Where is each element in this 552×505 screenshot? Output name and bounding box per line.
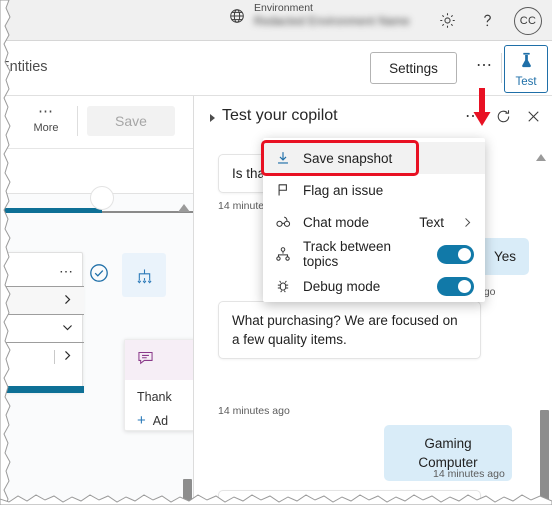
- plus-icon: +: [137, 412, 146, 429]
- bug-icon: [274, 277, 292, 295]
- chevron-right-icon: [461, 216, 474, 229]
- page-command-bar: Entities Settings ⋯ Test: [0, 41, 552, 96]
- goggles-icon: [274, 213, 292, 231]
- ellipsis-icon[interactable]: ⋯: [59, 263, 74, 280]
- menu-item-track-between-topics[interactable]: Track between topics: [263, 238, 485, 270]
- chat-timestamp: 14 minutes ago: [218, 405, 290, 417]
- menu-item-flag-an-issue[interactable]: Flag an issue: [263, 174, 485, 206]
- menu-item-label: Save snapshot: [303, 150, 393, 166]
- environment-indicator[interactable]: Environment Redacted Environment Name: [228, 2, 410, 29]
- question-mark-icon[interactable]: [474, 8, 500, 34]
- message-node-add-label: Ad: [152, 414, 169, 428]
- chat-mode-value: Text: [419, 214, 444, 230]
- menu-item-label: Flag an issue: [303, 182, 384, 198]
- test-pane-header: Test your copilot ⋯: [194, 96, 552, 138]
- refresh-icon[interactable]: [495, 108, 512, 125]
- message-icon: [136, 348, 155, 372]
- flow-node-row[interactable]: [0, 342, 84, 370]
- menu-item-chat-mode[interactable]: Chat mode Text: [263, 206, 485, 238]
- page-title: Entities: [0, 59, 48, 75]
- ellipsis-icon: ⋯: [38, 103, 54, 120]
- authoring-toolbar: ⋯ More Save: [0, 96, 193, 149]
- toggle-knob: [458, 247, 471, 261]
- test-pane-title: Test your copilot: [222, 107, 338, 124]
- test-button-label: Test: [515, 75, 537, 88]
- save-button[interactable]: Save: [87, 106, 175, 136]
- menu-item-debug-mode[interactable]: Debug mode: [263, 270, 485, 302]
- topics-icon: [274, 245, 292, 263]
- menu-item-label: Track between topics: [303, 239, 392, 269]
- row-divider: [54, 349, 55, 364]
- caret-right-icon[interactable]: [210, 114, 215, 122]
- test-pane-overflow-menu: Save snapshot Flag an issue Chat mode Te…: [263, 138, 485, 302]
- test-pane-actions: ⋯: [465, 108, 542, 125]
- app-root: Environment Redacted Environment Name CC: [0, 0, 552, 505]
- menu-item-label: Debug mode: [303, 278, 381, 294]
- authoring-more-label: More: [33, 122, 59, 134]
- authoring-canvas-pane: ⋯ More Save ⋯ Thank + Ad: [0, 96, 193, 505]
- menu-item-save-snapshot[interactable]: Save snapshot: [263, 142, 485, 174]
- chevron-right-icon: [61, 349, 74, 365]
- menu-item-label: Chat mode: [303, 214, 370, 230]
- flow-node-row[interactable]: [0, 314, 84, 342]
- check-circle-icon[interactable]: [88, 262, 110, 284]
- command-divider: [501, 53, 502, 83]
- command-overflow-icon[interactable]: ⋯: [476, 58, 493, 74]
- debug-mode-toggle[interactable]: [437, 276, 474, 296]
- settings-button[interactable]: Settings: [370, 52, 457, 84]
- beaker-icon: [518, 51, 535, 75]
- topic-flow-canvas[interactable]: ⋯ Thank + Ad: [0, 186, 193, 505]
- message-node-header: [125, 340, 193, 380]
- flow-node-handle[interactable]: [90, 186, 114, 210]
- authoring-toolbar-divider: [77, 106, 78, 136]
- download-icon: [274, 149, 292, 167]
- flow-node-card[interactable]: ⋯: [0, 252, 84, 393]
- chevron-right-icon: [61, 293, 74, 309]
- chat-bubble-bot: What purchasing? We are focused on a few…: [218, 301, 481, 359]
- close-icon[interactable]: [525, 108, 542, 125]
- canvas-scrollbar-thumb[interactable]: [183, 479, 192, 505]
- overflow-menu-button[interactable]: ⋯: [465, 108, 482, 124]
- message-node-card[interactable]: Thank + Ad: [124, 339, 193, 431]
- authoring-more-button[interactable]: ⋯ More: [25, 103, 67, 134]
- flag-icon: [274, 181, 292, 199]
- chevron-down-icon: [61, 321, 74, 337]
- track-between-topics-toggle[interactable]: [437, 244, 474, 264]
- gear-icon[interactable]: [434, 8, 460, 34]
- avatar[interactable]: CC: [514, 6, 542, 35]
- flow-connector-highlight: [0, 208, 102, 213]
- chat-scrollbar-thumb[interactable]: [540, 410, 549, 505]
- environment-name: Redacted Environment Name: [254, 16, 410, 29]
- canvas-scroll-up-arrow[interactable]: [178, 204, 190, 212]
- message-node-add-action[interactable]: + Ad: [125, 412, 193, 429]
- chat-timestamp: 14 minutes ago: [433, 468, 505, 480]
- topbar-actions: CC: [434, 0, 542, 41]
- pane-splitter[interactable]: [193, 96, 194, 505]
- flow-node-accent-bar: [0, 386, 84, 393]
- flow-node-row[interactable]: [0, 286, 84, 314]
- toggle-knob: [458, 279, 471, 293]
- test-button[interactable]: Test: [504, 45, 548, 93]
- top-command-bar: Environment Redacted Environment Name CC: [0, 0, 552, 41]
- globe-icon: [228, 7, 246, 25]
- environment-label: Environment: [254, 2, 313, 14]
- branch-icon[interactable]: [122, 253, 166, 297]
- chat-scroll-up-arrow[interactable]: [536, 154, 546, 161]
- message-node-text: Thank: [137, 390, 172, 404]
- chat-bubble-bot: Go get 'em tiger! Sudoku helps keep the …: [218, 490, 481, 505]
